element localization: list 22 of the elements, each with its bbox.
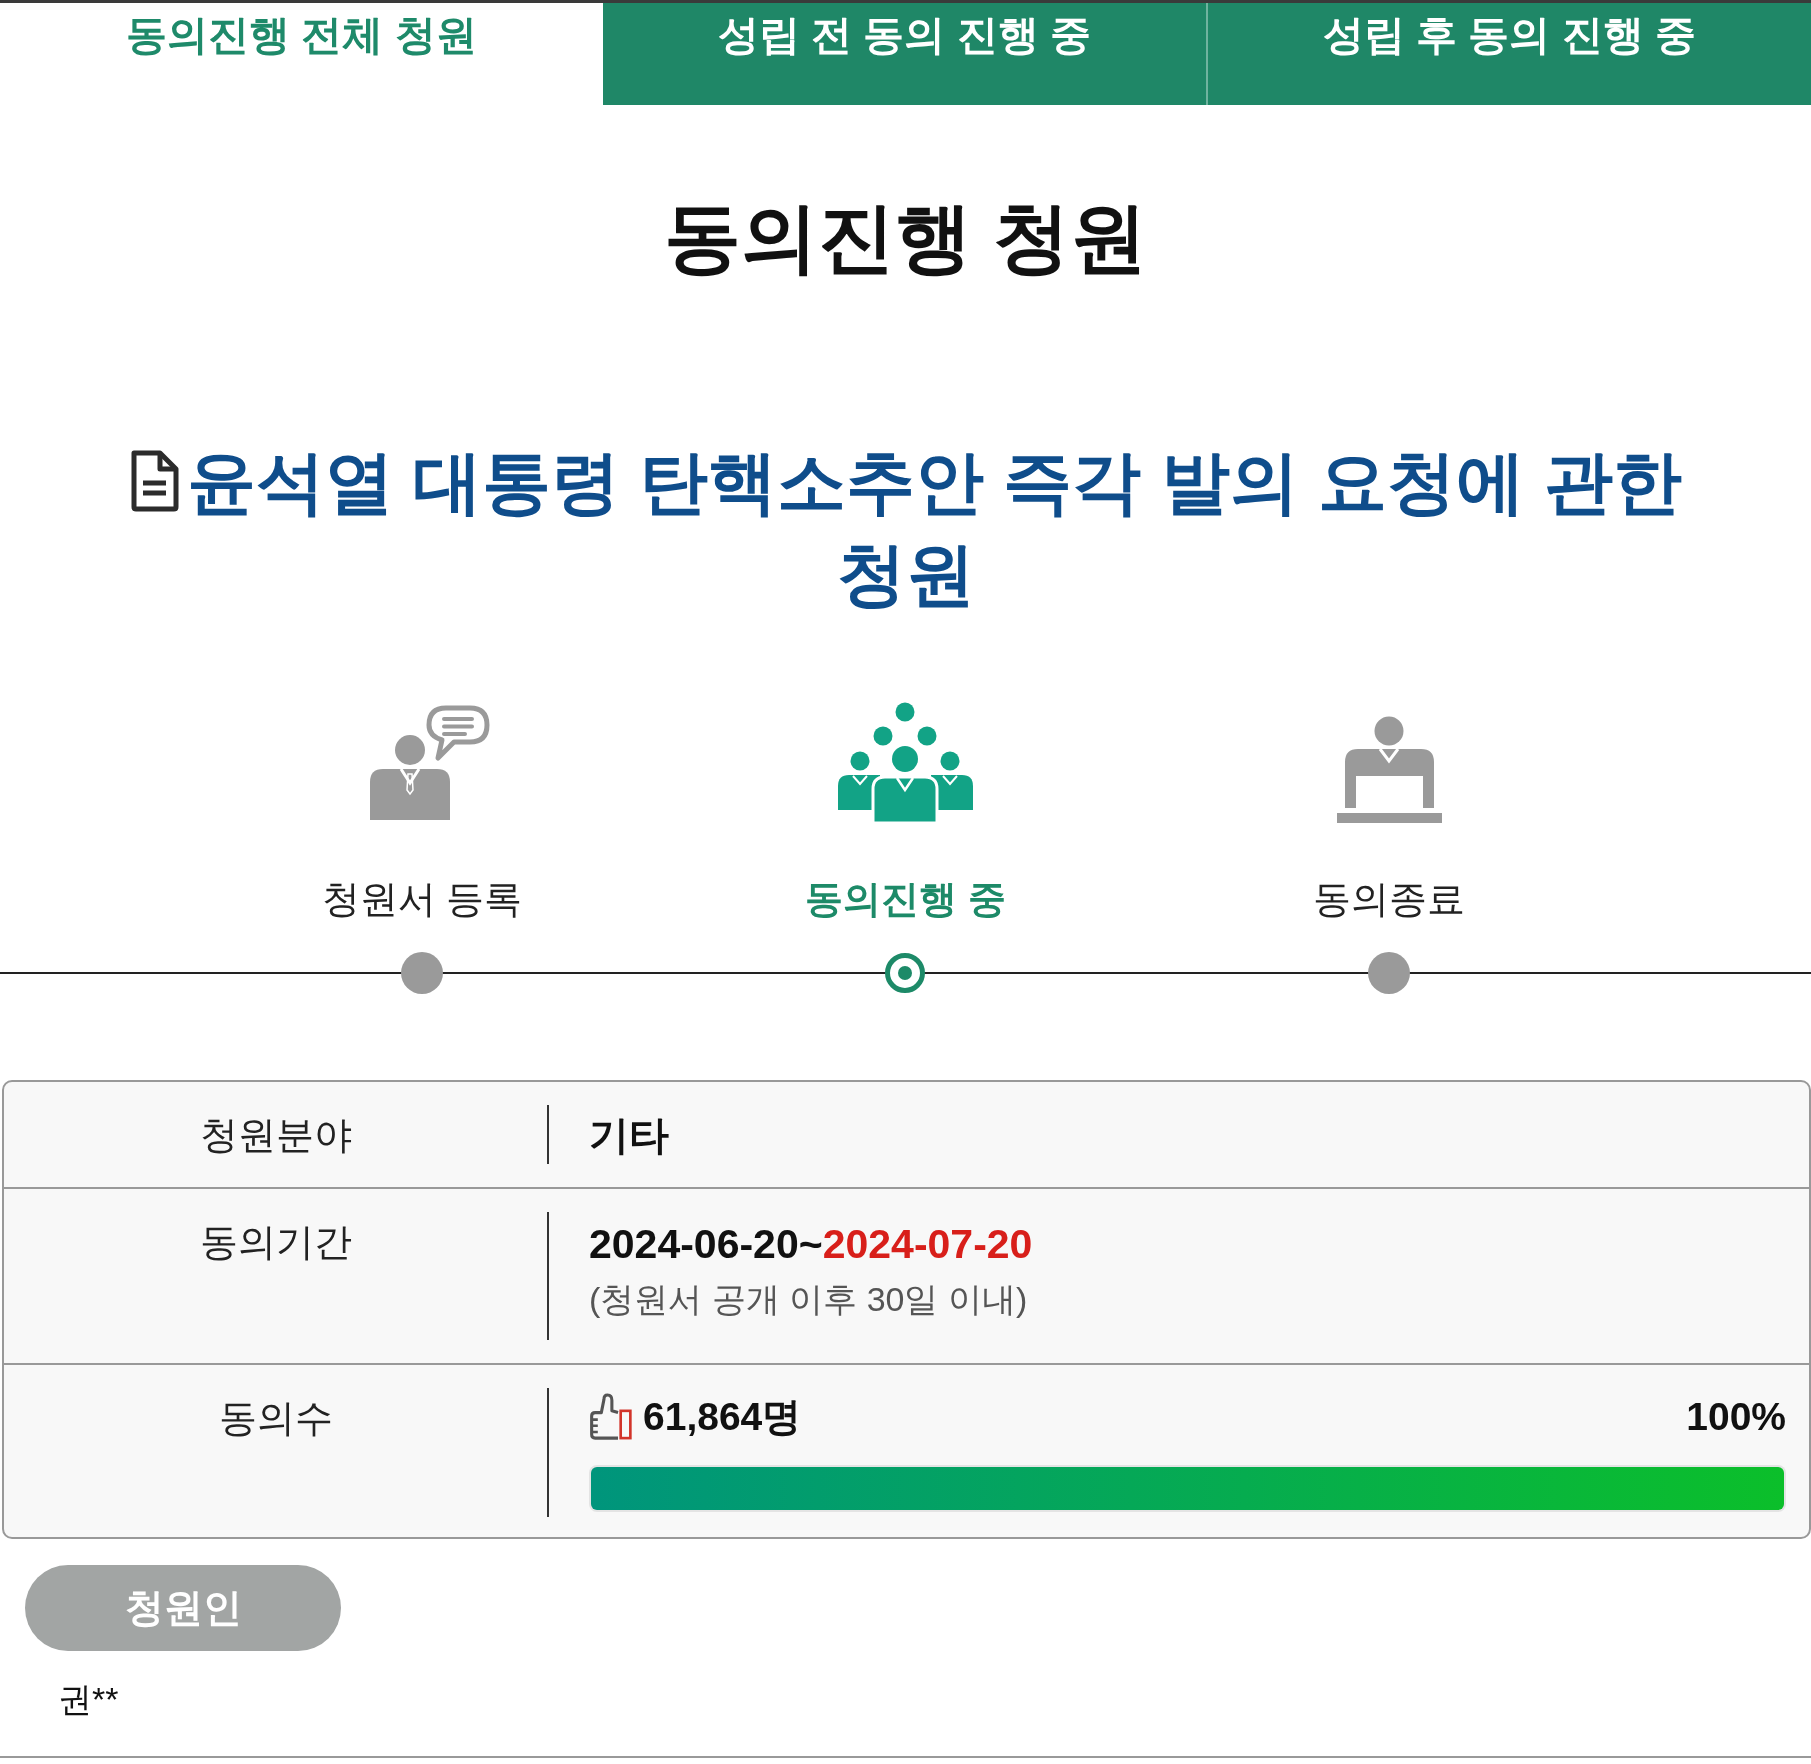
- petitioner-heading: 청원인: [25, 1565, 341, 1651]
- step-label: 동의진행 중: [805, 877, 1006, 922]
- step-label: 청원서 등록: [321, 877, 523, 922]
- consent-percent: 100%: [1686, 1394, 1786, 1440]
- period-dates: 2024-06-20~2024-07-20: [589, 1220, 1033, 1269]
- page-title: 동의진행 청원: [663, 194, 1148, 280]
- period-note: (청원서 공개 이후 30일 이내): [589, 1280, 1028, 1318]
- tab[interactable]: 성립 후 동의 진행 중: [1206, 3, 1811, 105]
- step-label: 동의종료: [1313, 877, 1466, 922]
- person-podium-icon: [1336, 716, 1442, 823]
- person-speech-bubble-icon: [370, 704, 492, 820]
- field-label: 동의기간: [199, 1221, 352, 1263]
- consent-count: 61,864명: [643, 1394, 802, 1440]
- people-group-icon: [838, 702, 973, 823]
- petitioner-name: 권**: [58, 1679, 119, 1720]
- petition-title: 윤석열 대통령 탄핵소추안 즉각 발의 요청에 관한 청원: [187, 444, 1682, 613]
- field-value: 기타: [589, 1112, 669, 1158]
- field-label: 동의수: [218, 1397, 333, 1439]
- field-label: 청원분야: [199, 1114, 352, 1156]
- tab[interactable]: 성립 전 동의 진행 중: [603, 3, 1206, 105]
- thumbs-up-icon: [589, 1393, 633, 1441]
- document-icon: [129, 450, 179, 512]
